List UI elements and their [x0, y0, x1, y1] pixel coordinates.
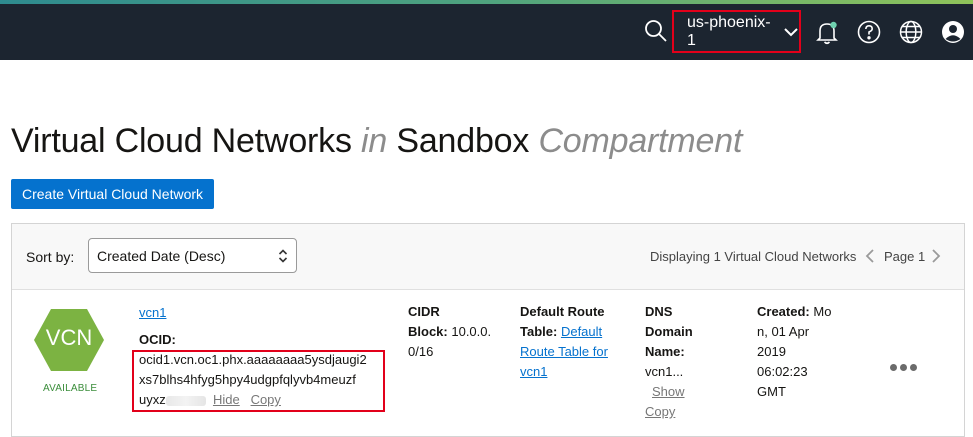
dns-label-1: DNS	[645, 304, 673, 319]
vcn-list-panel: Sort by: Created Date (Desc) Displaying …	[11, 223, 965, 437]
chevron-down-icon	[783, 24, 799, 40]
search-icon[interactable]	[643, 18, 669, 44]
created-label: Created:	[757, 304, 810, 319]
title-in: in	[361, 122, 388, 160]
cidr-label-1: CIDR	[408, 304, 440, 319]
ocid-value-line-2: xs7blhs4hfyg5hpy4udgpfqlyvb4meuzf	[139, 372, 356, 387]
dns-domain-field: DNS Domain Name: vcn1... Show Copy	[645, 302, 693, 422]
created-value-3: 2019	[757, 344, 786, 359]
vcn-badge-label: VCN	[45, 325, 93, 350]
more-actions-icon[interactable]	[890, 358, 924, 374]
chevron-right-icon[interactable]	[930, 248, 942, 264]
bell-icon[interactable]	[814, 19, 840, 45]
results-count: Displaying 1 Virtual Cloud Networks	[650, 249, 857, 264]
dns-copy-link[interactable]: Copy	[645, 404, 675, 419]
help-icon[interactable]	[856, 19, 882, 45]
created-value-5: GMT	[757, 384, 786, 399]
page-title: Virtual Cloud Networks in Sandbox Compar…	[11, 122, 742, 161]
globe-icon[interactable]	[898, 19, 924, 45]
sort-label: Sort by:	[26, 249, 75, 265]
default-route-table-field: Default Route Table: Default Route Table…	[520, 302, 608, 382]
dns-label-2: Domain	[645, 324, 693, 339]
region-selector[interactable]: us-phoenix-1	[672, 10, 801, 53]
vcn-name-link[interactable]: vcn1	[139, 305, 166, 320]
chevron-left-icon[interactable]	[864, 248, 876, 264]
top-navigation-bar: us-phoenix-1	[0, 4, 973, 60]
lifecycle-state: AVAILABLE	[43, 383, 98, 394]
list-toolbar: Sort by: Created Date (Desc) Displaying …	[12, 224, 964, 290]
title-main: Virtual Cloud Networks	[11, 122, 352, 160]
sort-select[interactable]: Created Date (Desc)	[88, 238, 297, 273]
created-value-2: n, 01 Apr	[757, 324, 810, 339]
ocid-value-tail: uyxz	[139, 392, 166, 407]
cidr-label-2: Block:	[408, 324, 448, 339]
route-label-1: Default Route	[520, 304, 605, 319]
ocid-label: OCID:	[139, 332, 176, 347]
dns-label-3: Name:	[645, 344, 685, 359]
created-value-1: Mo	[813, 304, 832, 319]
sort-value: Created Date (Desc)	[97, 247, 226, 264]
cidr-block-field: CIDR Block: 10.0.0. 0/16	[408, 302, 491, 362]
ocid-value-line-3: uyxz Hide Copy	[139, 392, 281, 407]
route-table-link-2[interactable]: Route Table for	[520, 342, 608, 362]
cidr-value-2: 0/16	[408, 344, 434, 359]
ocid-value-line-1: ocid1.vcn.oc1.phx.aaaaaaaa5ysdjaugi2	[139, 352, 367, 367]
route-table-link-3[interactable]: vcn1	[520, 362, 608, 382]
title-compartment-word: Compartment	[538, 122, 743, 160]
ocid-hide-link[interactable]: Hide	[213, 392, 240, 407]
title-compartment-name: Sandbox	[396, 122, 530, 160]
created-value-4: 06:02:23	[757, 364, 808, 379]
route-label-2: Table:	[520, 324, 558, 339]
created-date-field: Created: Mo n, 01 Apr 2019 06:02:23 GMT	[757, 302, 831, 402]
create-vcn-button[interactable]: Create Virtual Cloud Network	[11, 179, 214, 209]
select-arrows-icon	[278, 249, 288, 263]
dns-show-link[interactable]: Show	[652, 384, 685, 399]
region-label: us-phoenix-1	[687, 13, 771, 49]
page-number: Page 1	[884, 249, 926, 264]
route-table-link-1[interactable]: Default	[561, 324, 602, 339]
ocid-copy-link[interactable]: Copy	[251, 392, 281, 407]
cidr-value-1: 10.0.0.	[451, 324, 492, 339]
user-icon[interactable]	[940, 19, 966, 45]
dns-value: vcn1...	[645, 364, 684, 379]
redacted-text	[165, 395, 206, 406]
